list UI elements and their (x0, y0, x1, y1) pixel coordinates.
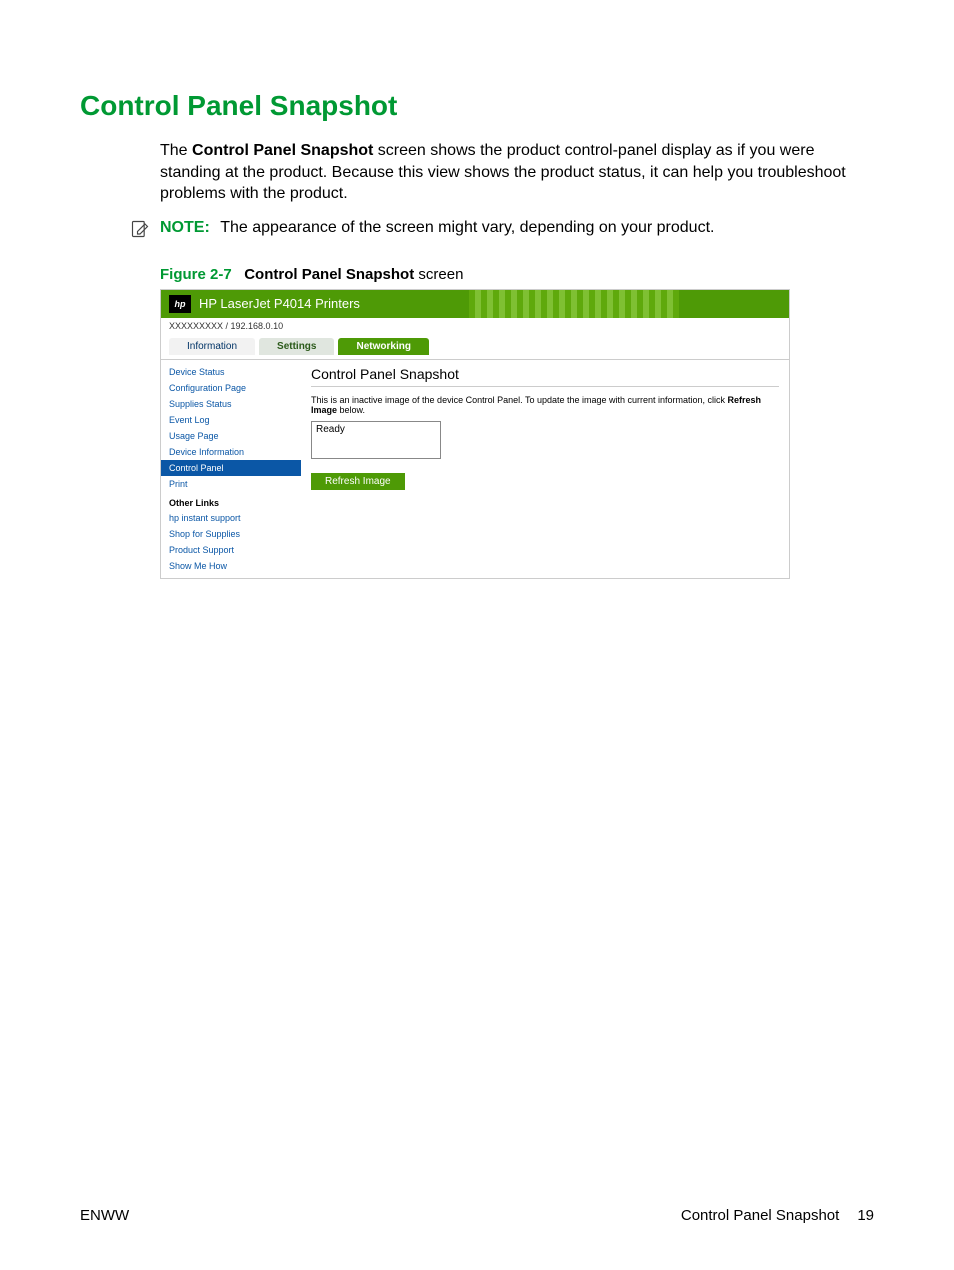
footer-section-label: Control Panel Snapshot (681, 1207, 839, 1224)
screenshot: hp HP LaserJet P4014 Printers XXXXXXXXX … (160, 289, 790, 579)
hp-logo-icon: hp (169, 295, 191, 313)
sidebar-link-hp-instant-support[interactable]: hp instant support (161, 510, 301, 526)
sidebar-item-device-information[interactable]: Device Information (161, 444, 301, 460)
sidebar-link-product-support[interactable]: Product Support (161, 542, 301, 558)
page-number: 19 (857, 1207, 874, 1224)
para-bold: Control Panel Snapshot (192, 142, 373, 159)
footer-left: ENWW (80, 1207, 129, 1224)
figure-caption: Figure 2-7 Control Panel Snapshot screen (160, 266, 874, 283)
sidebar-item-print[interactable]: Print (161, 476, 301, 492)
sidebar: Device Status Configuration Page Supplie… (161, 360, 301, 578)
para-pre: The (160, 142, 192, 159)
sidebar-item-supplies-status[interactable]: Supplies Status (161, 396, 301, 412)
screenshot-title: HP LaserJet P4014 Printers (199, 296, 360, 311)
main-panel: Control Panel Snapshot This is an inacti… (301, 360, 789, 578)
main-title: Control Panel Snapshot (311, 366, 779, 387)
tab-bar: Information Settings Networking (161, 334, 789, 359)
figure-title-bold: Control Panel Snapshot (244, 266, 414, 283)
refresh-image-button[interactable]: Refresh Image (311, 473, 405, 490)
figure-number: Figure 2-7 (160, 266, 232, 283)
tab-information[interactable]: Information (169, 338, 255, 355)
note-block: NOTE: The appearance of the screen might… (130, 219, 874, 244)
note-text: The appearance of the screen might vary,… (220, 219, 714, 236)
sidebar-item-event-log[interactable]: Event Log (161, 412, 301, 428)
sidebar-item-device-status[interactable]: Device Status (161, 364, 301, 380)
tab-settings[interactable]: Settings (259, 338, 334, 355)
sidebar-link-show-me-how[interactable]: Show Me How (161, 558, 301, 574)
sidebar-link-shop-for-supplies[interactable]: Shop for Supplies (161, 526, 301, 542)
sidebar-other-links-heading: Other Links (161, 492, 301, 510)
note-icon (130, 219, 150, 244)
screenshot-header: hp HP LaserJet P4014 Printers (161, 290, 789, 318)
device-address: XXXXXXXXX / 192.168.0.10 (161, 318, 789, 334)
main-description: This is an inactive image of the device … (311, 395, 779, 415)
page-footer: ENWW Control Panel Snapshot 19 (80, 1207, 874, 1224)
note-label: NOTE: (160, 219, 210, 236)
sidebar-item-control-panel[interactable]: Control Panel (161, 460, 301, 476)
control-panel-display: Ready (311, 421, 441, 459)
tab-networking[interactable]: Networking (338, 338, 428, 355)
header-banner-graphic (469, 290, 679, 318)
sidebar-item-configuration-page[interactable]: Configuration Page (161, 380, 301, 396)
figure-title-rest: screen (414, 266, 463, 283)
sidebar-item-usage-page[interactable]: Usage Page (161, 428, 301, 444)
intro-paragraph: The Control Panel Snapshot screen shows … (160, 140, 874, 205)
page-heading: Control Panel Snapshot (80, 90, 874, 122)
desc-post: below. (337, 405, 365, 415)
desc-pre: This is an inactive image of the device … (311, 395, 728, 405)
